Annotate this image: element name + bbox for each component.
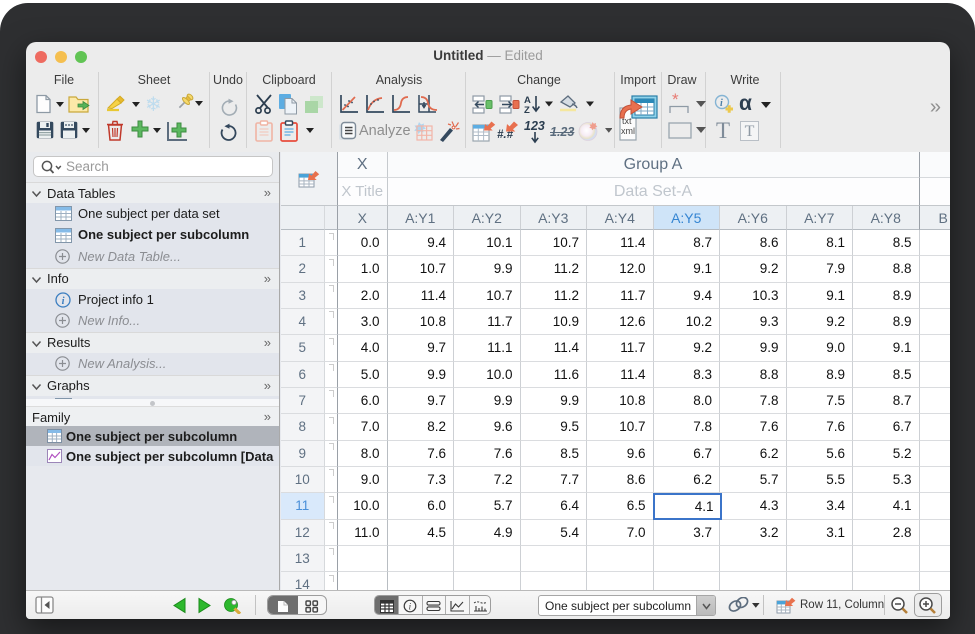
svg-text:i: i — [720, 98, 723, 109]
svg-text:i: i — [409, 601, 412, 611]
svg-text:xml: xml — [621, 126, 635, 136]
svg-text:123: 123 — [524, 119, 545, 133]
svg-text:Z: Z — [524, 105, 530, 115]
svg-text:i: i — [62, 296, 65, 307]
